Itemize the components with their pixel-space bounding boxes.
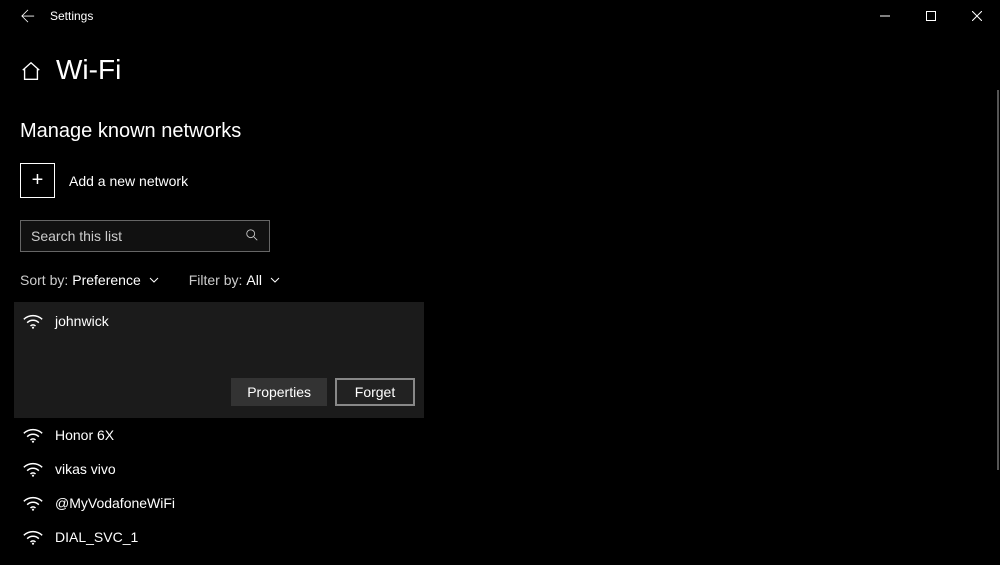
wifi-icon	[23, 460, 43, 478]
app-title: Settings	[50, 9, 93, 23]
wifi-icon	[23, 426, 43, 444]
wifi-icon	[23, 528, 43, 546]
back-button[interactable]	[8, 0, 48, 32]
chevron-down-icon	[270, 275, 280, 286]
properties-button[interactable]: Properties	[231, 378, 327, 406]
network-name: @MyVodafoneWiFi	[55, 495, 175, 511]
network-item[interactable]: Honor 6X	[14, 418, 980, 452]
wifi-icon	[23, 494, 43, 512]
page-title: Wi-Fi	[56, 54, 121, 86]
network-name: Honor 6X	[55, 427, 114, 443]
search-box[interactable]	[20, 220, 270, 252]
filter-by-dropdown[interactable]: Filter by: All	[189, 272, 280, 288]
maximize-button[interactable]	[908, 0, 954, 32]
section-title: Manage known networks	[20, 120, 980, 143]
network-item[interactable]: DIAL_SVC_1	[14, 520, 980, 554]
close-button[interactable]	[954, 0, 1000, 32]
add-network-button[interactable]: + Add a new network	[20, 163, 980, 198]
network-name: vikas vivo	[55, 461, 116, 477]
sort-by-dropdown[interactable]: Sort by: Preference	[20, 272, 159, 288]
add-network-label: Add a new network	[69, 173, 188, 189]
search-icon	[245, 228, 259, 245]
maximize-icon	[926, 11, 936, 21]
wifi-icon	[23, 312, 43, 330]
chevron-down-icon	[149, 275, 159, 286]
minimize-icon	[880, 11, 890, 21]
network-list: johnwick Properties Forget Honor 6X	[14, 302, 980, 554]
search-input[interactable]	[31, 228, 259, 244]
sort-value: Preference	[72, 272, 140, 288]
scrollbar[interactable]	[997, 90, 999, 470]
sort-label: Sort by:	[20, 272, 68, 288]
network-item[interactable]: vikas vivo	[14, 452, 980, 486]
network-name: johnwick	[55, 313, 109, 329]
home-icon[interactable]	[20, 60, 42, 82]
back-arrow-icon	[21, 9, 35, 23]
minimize-button[interactable]	[862, 0, 908, 32]
network-name: DIAL_SVC_1	[55, 529, 138, 545]
filter-value: All	[246, 272, 262, 288]
network-item[interactable]: @MyVodafoneWiFi	[14, 486, 980, 520]
filter-label: Filter by:	[189, 272, 243, 288]
network-item-selected[interactable]: johnwick Properties Forget	[14, 302, 424, 418]
close-icon	[972, 11, 982, 21]
plus-icon: +	[20, 163, 55, 198]
forget-button[interactable]: Forget	[335, 378, 415, 406]
